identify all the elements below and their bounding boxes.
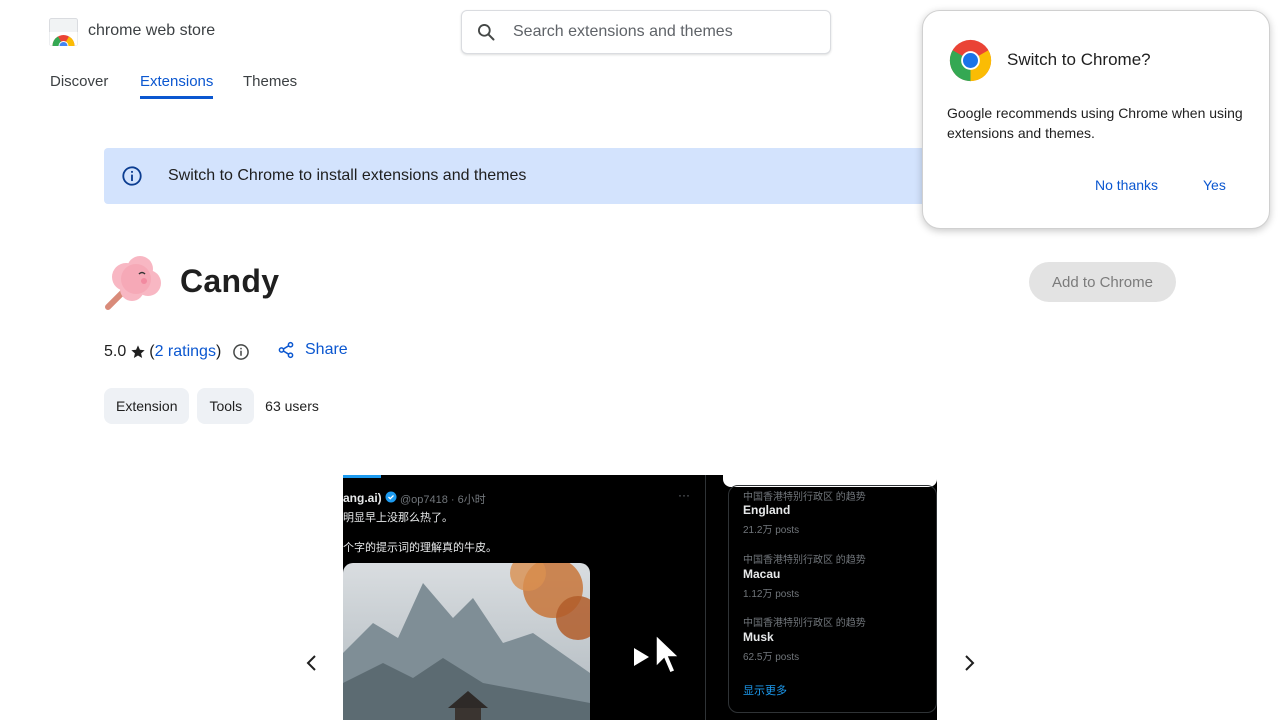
post-line-2: 个字的提示词的理解真的牛皮。 xyxy=(343,542,497,554)
search-icon xyxy=(478,24,495,41)
more-icon: ··· xyxy=(678,488,690,502)
screenshot-carousel[interactable]: ang.ai) @op7418 · 6小时 ··· 明显早上没那么热了。 个字的… xyxy=(343,475,937,720)
category-chips: Extension Tools 63 users xyxy=(104,388,319,424)
chip-extension[interactable]: Extension xyxy=(104,388,190,424)
chrome-logo-icon xyxy=(949,39,992,82)
dialog-title: Switch to Chrome? xyxy=(1007,50,1151,69)
post-user: @op7418 · 6小时 xyxy=(400,494,486,506)
extension-title: Candy xyxy=(180,263,280,299)
chevron-right-icon[interactable] xyxy=(957,651,981,675)
rating-close-paren: ) xyxy=(215,343,222,360)
play-icon xyxy=(634,648,649,666)
verified-badge-icon xyxy=(385,491,397,503)
post-handle: ang.ai) xyxy=(343,491,382,505)
info-icon xyxy=(122,166,142,186)
tab-themes[interactable]: Themes xyxy=(243,73,297,98)
rating-row: 5.0 ( 2 ratings ) xyxy=(104,342,251,362)
banner-text: Switch to Chrome to install extensions a… xyxy=(168,167,527,184)
share-icon xyxy=(278,341,294,359)
add-to-chrome-button[interactable]: Add to Chrome xyxy=(1029,262,1176,302)
search-input[interactable] xyxy=(513,23,813,41)
tab-extensions[interactable]: Extensions xyxy=(140,73,214,99)
switch-to-chrome-dialog: Switch to Chrome? Google recommends usin… xyxy=(922,10,1270,229)
no-thanks-button[interactable]: No thanks xyxy=(1095,177,1158,193)
store-brand[interactable]: chrome web store xyxy=(88,22,215,40)
share-label: Share xyxy=(305,341,348,358)
ratings-link[interactable]: 2 ratings xyxy=(155,343,216,361)
chrome-web-store-logo[interactable] xyxy=(49,18,78,46)
rating-info-icon[interactable] xyxy=(231,342,251,362)
share-button[interactable]: Share xyxy=(277,341,348,359)
search-box[interactable] xyxy=(461,10,831,54)
star-icon xyxy=(131,345,145,358)
cursor-icon xyxy=(655,633,680,674)
rating-value: 5.0 xyxy=(104,343,127,360)
progress-strip xyxy=(343,475,381,478)
post-image xyxy=(343,563,590,720)
tab-discover[interactable]: Discover xyxy=(50,73,108,98)
yes-button[interactable]: Yes xyxy=(1203,177,1226,193)
user-count: 63 users xyxy=(265,398,319,414)
candy-extension-icon xyxy=(105,256,161,310)
dialog-body: Google recommends using Chrome when usin… xyxy=(947,105,1243,141)
post-line-1: 明显早上没那么热了。 xyxy=(343,512,453,524)
chip-tools[interactable]: Tools xyxy=(197,388,255,424)
column-divider xyxy=(705,475,706,720)
show-more-link[interactable]: 显示更多 xyxy=(743,682,787,698)
chevron-left-icon[interactable] xyxy=(300,651,324,675)
